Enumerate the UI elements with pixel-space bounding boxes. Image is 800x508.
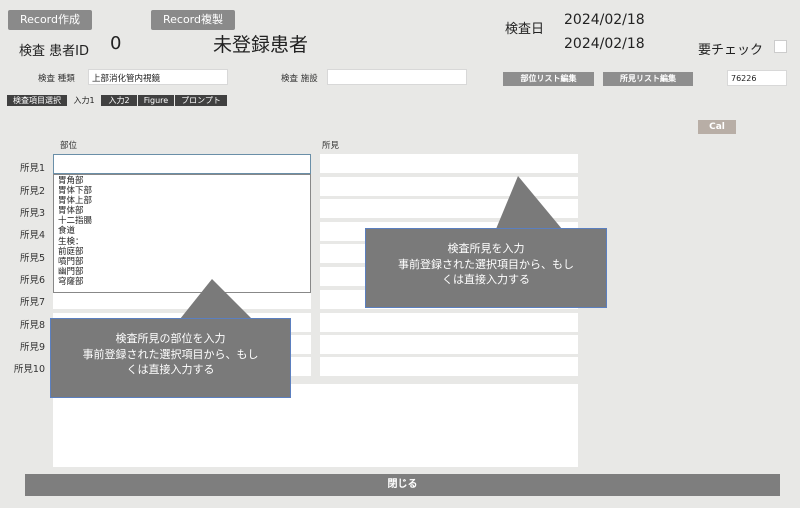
tab-prompt[interactable]: プロンプト <box>175 95 227 106</box>
exam-date-2: 2024/02/18 <box>564 36 645 52</box>
facility-label: 検査 施設 <box>281 74 318 84</box>
callout-line: 検査所見の部位を入力 <box>115 332 226 345</box>
finding-input-2[interactable] <box>320 177 578 196</box>
site-list-edit-button[interactable]: 部位リスト編集 <box>503 72 594 86</box>
row-label: 所見5 <box>19 253 45 264</box>
patient-id-value: 0 <box>110 33 122 54</box>
check-label: 要チェック <box>698 43 764 58</box>
finding-input-9[interactable] <box>320 335 578 354</box>
tab-input2[interactable]: 入力2 <box>101 95 137 106</box>
finding-input-1[interactable] <box>320 154 578 173</box>
dropdown-item[interactable]: 幽門部 <box>58 267 310 277</box>
exam-type-label: 検査 種類 <box>38 74 75 84</box>
row-label: 所見9 <box>19 342 45 353</box>
dropdown-item[interactable]: 胃体上部 <box>58 196 310 206</box>
patient-name: 未登録患者 <box>213 34 309 56</box>
row-label: 所見1 <box>19 163 45 174</box>
row-label: 所見10 <box>13 364 45 375</box>
callout-line: くは直接入力する <box>126 363 215 376</box>
dropdown-item[interactable]: 生検： <box>58 237 310 247</box>
exam-type-field[interactable]: 上部消化管内視鏡 <box>88 69 228 85</box>
finding-input-3[interactable] <box>320 199 578 218</box>
finding-list-edit-button[interactable]: 所見リスト編集 <box>603 72 693 86</box>
dropdown-item[interactable]: 前庭部 <box>58 247 310 257</box>
code-field[interactable]: 76226 <box>727 70 787 86</box>
dropdown-item[interactable]: 食道 <box>58 226 310 236</box>
code-value: 76226 <box>731 74 757 83</box>
row-label: 所見3 <box>19 208 45 219</box>
dropdown-item[interactable]: 噴門部 <box>58 257 310 267</box>
cal-button[interactable]: Cal <box>698 120 736 134</box>
callout-line: くは直接入力する <box>442 273 530 286</box>
exam-date-label: 検査日 <box>505 22 545 37</box>
row-label: 所見8 <box>19 320 45 331</box>
exam-type-value: 上部消化管内視鏡 <box>92 74 161 84</box>
site-dropdown-list[interactable]: 胃角部 胃体下部 胃体上部 胃体部 十二指腸 食道 生検： 前庭部 噴門部 幽門… <box>53 174 311 293</box>
record-create-button[interactable]: Record作成 <box>8 10 92 30</box>
site-input-1[interactable] <box>53 154 311 174</box>
callout-line: 事前登録された選択項目から、もし <box>82 347 259 361</box>
dropdown-item[interactable]: 胃体下部 <box>58 186 310 196</box>
close-button[interactable]: 閉じる <box>25 474 780 496</box>
tab-item-select[interactable]: 検査項目選択 <box>7 95 67 106</box>
facility-field[interactable] <box>327 69 467 85</box>
dropdown-item[interactable]: 胃体部 <box>58 206 310 216</box>
site-callout: 検査所見の部位を入力 事前登録された選択項目から、もし くは直接入力する <box>50 318 291 398</box>
row-label: 所見2 <box>19 186 45 197</box>
finding-input-10[interactable] <box>320 357 578 376</box>
check-checkbox[interactable] <box>774 40 787 53</box>
record-copy-button[interactable]: Record複製 <box>151 10 235 30</box>
tab-input1[interactable]: 入力1 <box>68 95 100 106</box>
dropdown-item[interactable]: 穹窿部 <box>58 277 310 287</box>
exam-date-1: 2024/02/18 <box>564 12 645 28</box>
finding-callout: 検査所見を入力 事前登録された選択項目から、もし くは直接入力する <box>365 228 607 308</box>
finding-input-8[interactable] <box>320 313 578 332</box>
row-label: 所見7 <box>19 297 45 308</box>
finding-column-header: 所見 <box>322 141 340 151</box>
patient-id-label: 検査 患者ID <box>19 44 89 59</box>
dropdown-item[interactable]: 胃角部 <box>58 176 310 186</box>
row-label: 所見6 <box>19 275 45 286</box>
tab-figure[interactable]: Figure <box>138 95 174 106</box>
site-column-header: 部位 <box>60 141 78 151</box>
dropdown-item[interactable]: 十二指腸 <box>58 216 310 226</box>
callout-line: 検査所見を入力 <box>447 242 525 255</box>
row-label: 所見4 <box>19 230 45 241</box>
callout-line: 事前登録された選択項目から、もし <box>398 257 574 271</box>
